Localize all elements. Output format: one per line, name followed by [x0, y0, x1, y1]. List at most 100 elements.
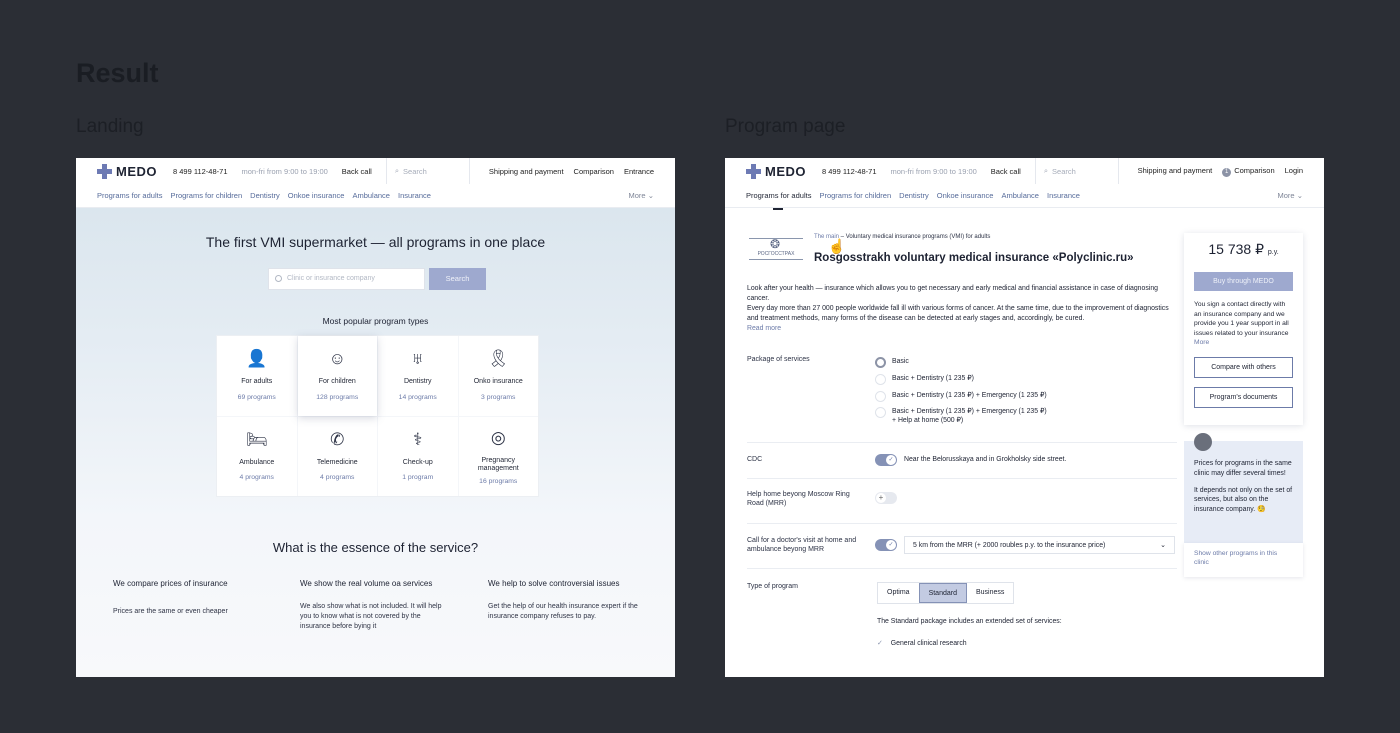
type-standard[interactable]: Standard [918, 583, 967, 603]
header: MEDO 8 499 112-48-71 mon-fri from 9:00 t… [725, 158, 1324, 184]
chevron-down-icon: ⌄ [1296, 191, 1303, 200]
package-option[interactable]: Basic + Dentistry (1 235 ₽) + Emergency … [875, 391, 1047, 402]
type-label: Type of program [747, 583, 798, 590]
more-link[interactable]: More [1194, 339, 1209, 346]
type-optima[interactable]: Optima [878, 583, 919, 603]
comparison-link[interactable]: Comparison [574, 167, 614, 176]
program-label: Program page [725, 116, 846, 137]
main-nav: Programs for adults Programs for childre… [76, 184, 675, 208]
clinic-search-input[interactable]: Clinic or insurance company [268, 268, 425, 290]
cdc-toggle[interactable]: ✓ [875, 454, 897, 466]
radio-selected[interactable] [875, 357, 886, 368]
shipping-link[interactable]: Shipping and payment [1138, 166, 1213, 177]
adult-icon: 👤 [246, 349, 268, 368]
avatar [1194, 433, 1212, 451]
type-business[interactable]: Business [967, 583, 1013, 603]
back-call-link[interactable]: Back call [342, 167, 372, 176]
header: MEDO 8 499 112-48-71 mon-fri from 9:00 t… [76, 158, 675, 184]
comparison-count-badge: 1 [1222, 167, 1232, 177]
brand-logo[interactable]: MEDO [97, 163, 157, 179]
nav-item-ambulance[interactable]: Ambulance [1001, 191, 1039, 200]
compare-button[interactable]: Compare with others [1194, 356, 1293, 378]
essence-title: What is the essence of the service? [272, 540, 479, 555]
help-home-label: Help home beyong Moscow Ring Road (MRR) [747, 491, 850, 508]
package-option[interactable]: Basic + Dentistry (1 235 ₽) + Emergency … [875, 407, 1047, 426]
call-doctor-label: Call for a doctor's visit at home and am… [747, 537, 857, 554]
type-card-checkup[interactable]: ⚕ Check-up 1 program [378, 416, 458, 496]
type-card-pregnancy[interactable]: ◎ Pregnancy management 16 programs [458, 416, 538, 496]
ribbon-icon: 🎗 [487, 349, 510, 368]
package-option[interactable]: Basic + Dentistry (1 235 ₽) [875, 374, 974, 385]
included-service: ✓ General clinical research [877, 640, 967, 647]
type-card-adults[interactable]: 👤 For adults 69 programs [217, 336, 297, 416]
login-link[interactable]: Login [1285, 166, 1303, 177]
program-types-grid: 👤 For adults 69 programs ☺ For children 128 … [216, 335, 539, 497]
nav-item-adults[interactable]: Programs for adults [746, 191, 811, 210]
search-button[interactable]: Search [429, 268, 486, 290]
distance-select[interactable]: 5 km from the MRR (+ 2000 roubles p.y. t… [904, 536, 1175, 554]
entrance-link[interactable]: Entrance [624, 167, 654, 176]
page-title: Result [76, 58, 159, 88]
other-programs-link[interactable]: Show other programs in this clinic [1184, 543, 1303, 577]
read-more-link[interactable]: Read more [747, 324, 1172, 334]
phone-number[interactable]: 8 499 112-48-71 [822, 167, 877, 176]
nav-item-insurance[interactable]: Insurance [398, 191, 431, 200]
radio[interactable] [875, 407, 886, 418]
working-hours: mon-fri from 9:00 to 19:00 [241, 166, 328, 176]
type-card-dentistry[interactable]: ♅ Dentistry 14 programs [378, 336, 458, 416]
type-card-ambulance[interactable]: 🛏 Ambulance 4 programs [217, 416, 297, 496]
program-type-switch: Optima Standard Business [877, 582, 1015, 604]
standard-note: The Standard package includes an extende… [877, 618, 1062, 625]
nav-item-adults[interactable]: Programs for adults [97, 191, 162, 200]
shipping-link[interactable]: Shipping and payment [489, 167, 564, 176]
landing-label: Landing [76, 116, 144, 137]
buy-button[interactable]: Buy through MEDO [1194, 272, 1293, 291]
cdc-label: CDC [747, 456, 763, 463]
comparison-link[interactable]: 1 Comparison [1222, 166, 1275, 177]
package-label: Package of services [747, 356, 810, 363]
radio[interactable] [875, 391, 886, 402]
price-box: 15 738 ₽ p.y. Buy through MEDO You sign … [1184, 233, 1303, 425]
nav-item-dentistry[interactable]: Dentistry [899, 191, 929, 200]
type-card-telemedicine[interactable]: ✆ Telemedicine 4 programs [297, 416, 377, 496]
child-icon: ☺ [328, 349, 346, 368]
nav-item-children[interactable]: Programs for children [170, 191, 242, 200]
brand-logo[interactable]: MEDO [746, 163, 806, 179]
back-call-link[interactable]: Back call [991, 167, 1021, 176]
medical-cross-icon [746, 163, 761, 179]
essence-item: We show the real volume oa services We al… [300, 579, 442, 630]
pregnancy-icon: ◎ [490, 427, 506, 447]
popular-title: Most popular program types [322, 316, 429, 326]
phone-icon: ✆ [330, 429, 345, 449]
search-icon: ⌕ [1043, 166, 1049, 175]
nav-item-onko[interactable]: Onkoe insurance [288, 191, 345, 200]
package-option[interactable]: Basic [875, 357, 909, 368]
help-home-toggle[interactable]: + [875, 492, 897, 504]
type-card-onko[interactable]: 🎗 Onko insurance 3 programs [458, 336, 538, 416]
documents-button[interactable]: Program's documents [1194, 386, 1293, 408]
nav-item-ambulance[interactable]: Ambulance [352, 191, 390, 200]
nav-item-children[interactable]: Programs for children [819, 191, 891, 200]
program-title: Rosgosstrakh voluntary medical insurance… [814, 252, 1134, 264]
header-search[interactable]: ⌕ Search [1034, 158, 1119, 184]
radio[interactable] [875, 374, 886, 385]
plus-icon: + [876, 493, 886, 503]
nav-item-onko[interactable]: Onkoe insurance [937, 191, 994, 200]
type-card-children[interactable]: ☺ For children 128 programs [297, 336, 377, 416]
nav-item-insurance[interactable]: Insurance [1047, 191, 1080, 200]
nav-item-dentistry[interactable]: Dentistry [250, 191, 280, 200]
header-search[interactable]: ⌕ Search [385, 158, 470, 184]
company-logo: РОСГОССТРАХ [749, 237, 803, 260]
phone-number[interactable]: 8 499 112-48-71 [173, 167, 228, 176]
call-doctor-toggle[interactable]: ✓ [875, 539, 897, 551]
program-description: Look after your health — insurance which… [747, 284, 1172, 334]
divider [747, 478, 1177, 479]
check-icon: ✓ [886, 455, 896, 465]
chevron-down-icon: ⌄ [1160, 542, 1166, 549]
nav-more[interactable]: More ⌄ [1278, 191, 1303, 200]
divider [747, 523, 1177, 524]
nav-more[interactable]: More ⌄ [629, 191, 654, 200]
search-icon: ⌕ [394, 166, 400, 175]
bed-icon: 🛏 [245, 429, 268, 449]
working-hours: mon-fri from 9:00 to 19:00 [890, 166, 977, 176]
